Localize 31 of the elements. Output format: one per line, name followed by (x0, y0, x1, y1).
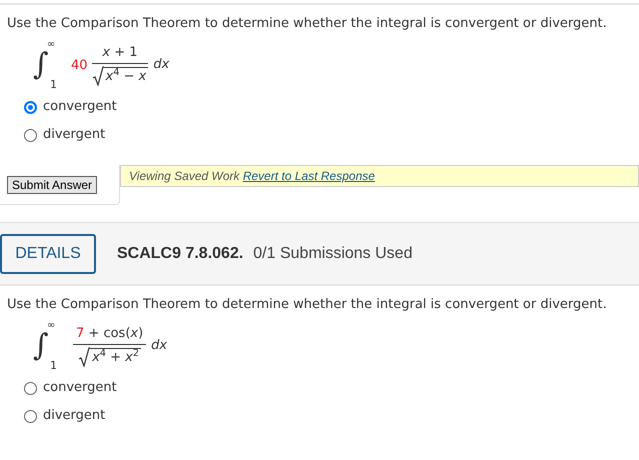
radio-button[interactable] (24, 128, 37, 142)
lower-limit: 1 (50, 79, 57, 91)
integral-sign: ∫ (33, 328, 49, 364)
option-label: divergent (43, 407, 106, 425)
numerator: 7 + cos(x) (75, 326, 144, 342)
upper-limit: ∞ (47, 320, 56, 332)
submissions-count: 0/1 Submissions Used (253, 244, 412, 264)
coefficient: 40 (71, 57, 88, 76)
radio-button[interactable] (24, 382, 37, 394)
differential: dx (151, 337, 168, 356)
option-label: convergent (43, 379, 117, 397)
numerator: x + 1 (101, 44, 139, 60)
integral-sign: ∫ (33, 47, 49, 83)
option-label: divergent (43, 126, 106, 144)
differential: dx (153, 56, 170, 74)
lower-limit: 1 (50, 360, 57, 372)
revert-link[interactable]: Revert to Last Response (242, 169, 375, 183)
radio-button[interactable] (24, 410, 37, 422)
submit-button[interactable]: Submit Answer (7, 176, 98, 194)
radio-button[interactable] (24, 100, 37, 114)
details-button[interactable]: DETAILS (0, 234, 96, 274)
denominator: x$^{4}$ − x (104, 66, 148, 86)
option-label: convergent (43, 98, 117, 116)
radical-icon (92, 66, 104, 86)
upper-limit: ∞ (47, 39, 56, 51)
denominator: x$^{4}$ + x$^{2}$ (90, 348, 142, 366)
notice-text: Viewing Saved Work (129, 169, 240, 183)
question-text: Use the Comparison Theorem to determine whether the integral is convergent or divergent. (6, 296, 608, 314)
radical-icon (78, 346, 90, 366)
problem-id: SCALC9 7.8.062. (117, 244, 244, 264)
question-text: Use the Comparison Theorem to determine whether the integral is convergent or divergent. (6, 15, 608, 33)
